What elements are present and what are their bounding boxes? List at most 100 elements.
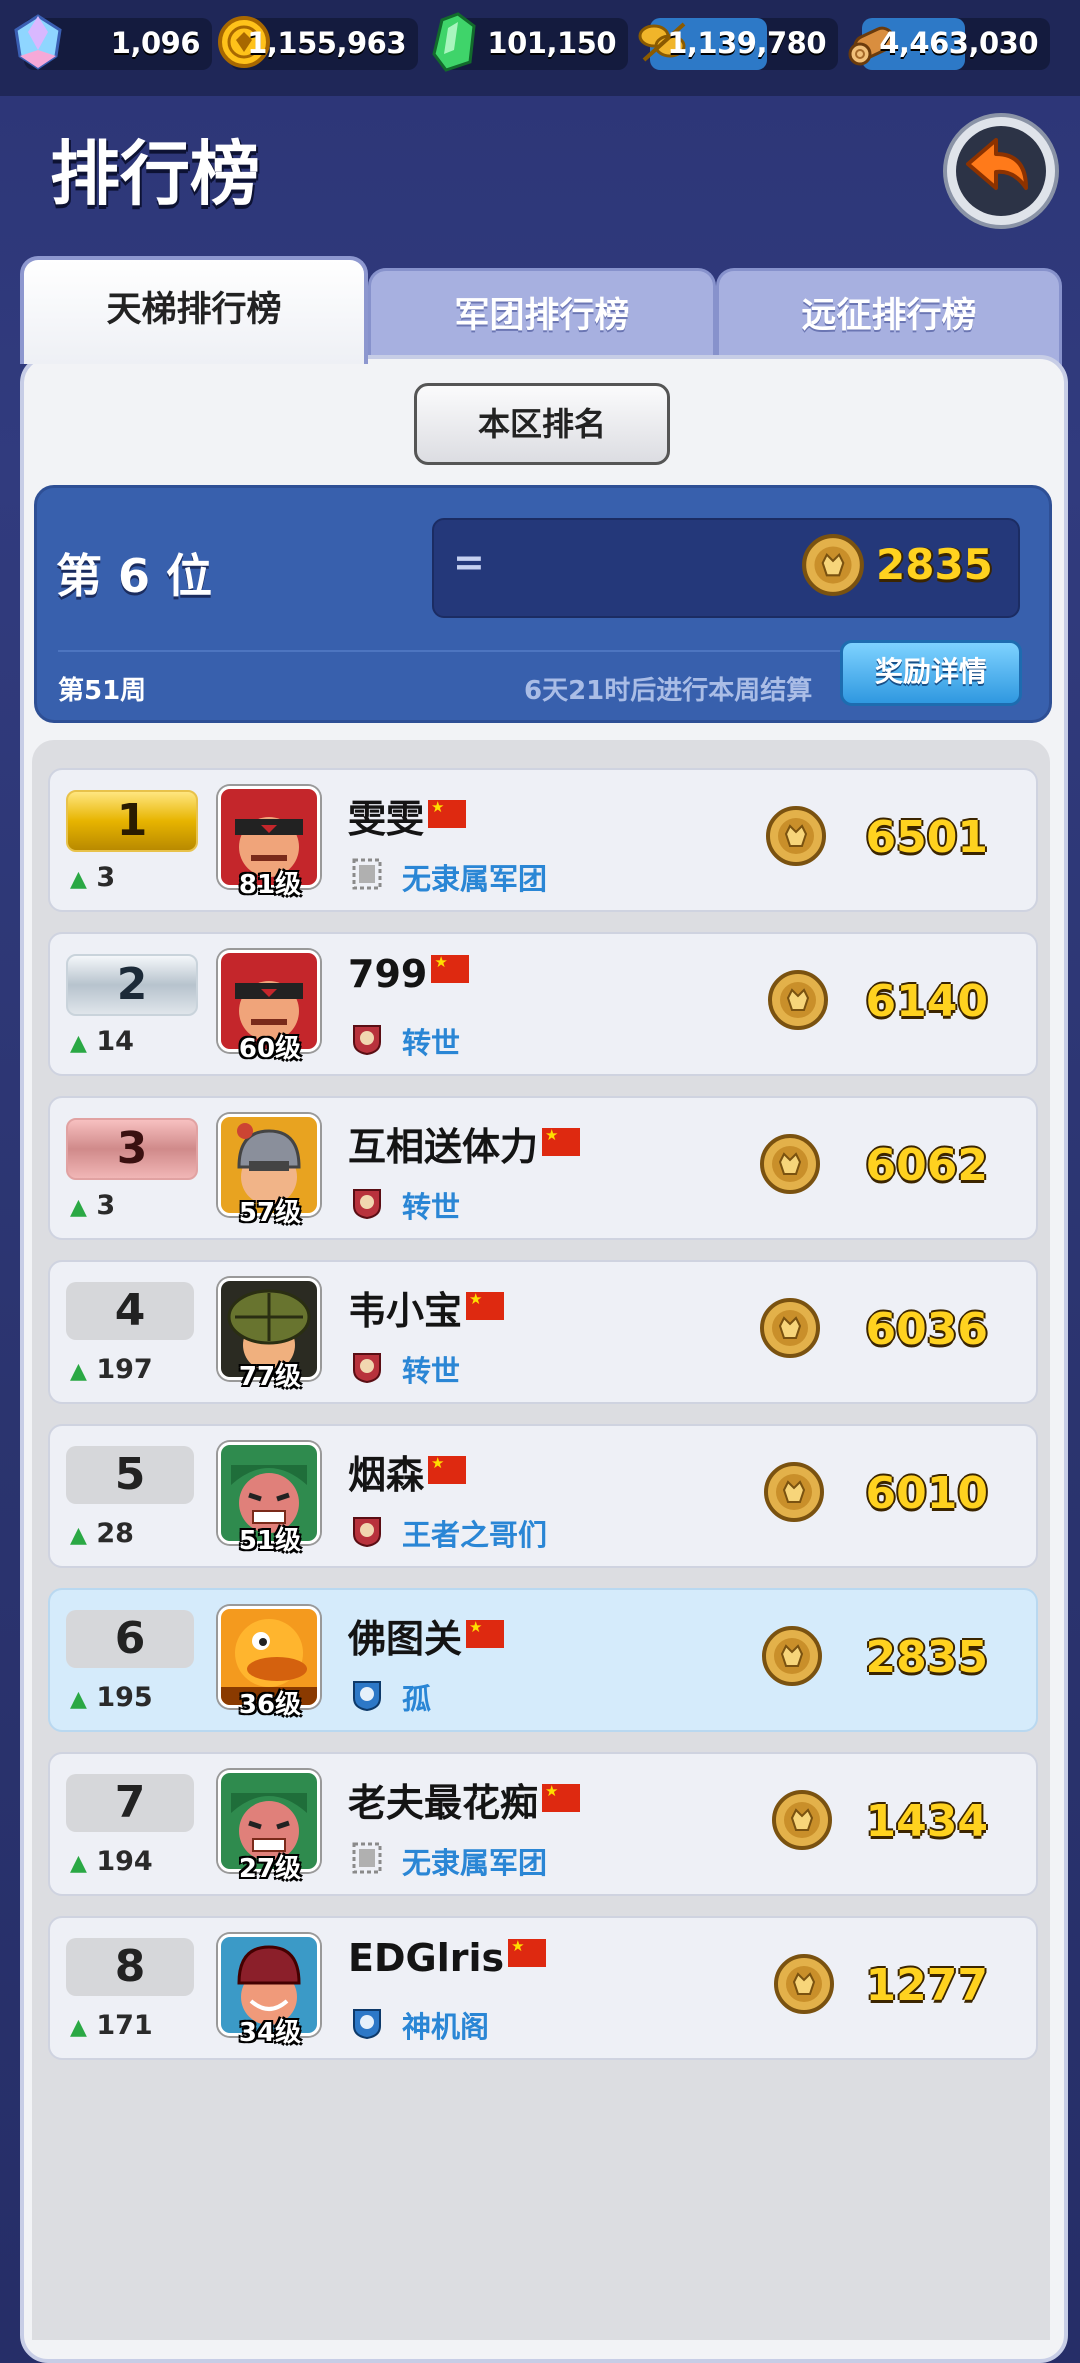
guild-icon-wrap [350,2004,384,2040]
my-score: 2835 [876,540,993,589]
guild-name[interactable]: 孤 [402,1676,431,1718]
player-name: 佛图关 [348,1617,463,1661]
guild-icon-wrap [350,1184,384,1220]
guild-name[interactable]: 转世 [402,1020,460,1062]
gold-count: 1,155,963 [247,26,406,60]
china-flag-icon [542,1782,581,1812]
reward-details-button[interactable]: 奖励详情 [840,640,1022,706]
tab-ladder-ranking[interactable]: 天梯排行榜 [20,256,368,364]
up-arrow-icon: ▲ [70,1851,87,1876]
player-level: 34级 [238,2018,302,2048]
resource-gold[interactable]: 1,155,963 [218,16,418,70]
rank-badge: 5 [66,1446,194,1504]
player-score: 1434 [865,1796,988,1847]
player-score: 6036 [865,1304,988,1355]
wood-count: 4,463,030 [879,26,1038,60]
rank-trend: ▲ 195 [70,1682,153,1713]
crystal-count: 101,150 [487,26,616,60]
guild-name[interactable]: 无隶属军团 [402,1840,547,1882]
no-guild-icon [352,858,382,890]
trend-value: 194 [96,1846,153,1877]
player-name-line: 雯雯 [348,788,467,843]
resource-bar: 1,096 1,155,963 101,150 1,139,780 4,463,… [0,0,1080,96]
guild-emblem-icon [353,2009,381,2040]
trend-value: 28 [96,1518,134,1549]
player-name: 韦小宝 [348,1289,463,1333]
player-name-line: 老夫最花痴 [348,1772,581,1827]
ranking-row[interactable]: 4 ▲ 197 77级 韦小宝转世 6036 [48,1260,1038,1404]
player-name: 799 [348,952,428,996]
ranking-row[interactable]: 5 ▲ 28 51级 烟森王者之哥们 6010 [48,1424,1038,1568]
rank-trend: ▲ 28 [70,1518,134,1549]
player-score: 6501 [865,812,988,863]
rank-trend: ▲ 14 [70,1026,134,1057]
guild-name[interactable]: 王者之哥们 [402,1512,547,1554]
player-name: 雯雯 [348,797,425,841]
guild-name[interactable]: 转世 [402,1184,460,1226]
resource-grain[interactable]: 1,139,780 [638,18,838,70]
player-level: 81级 [238,870,302,900]
my-rank-trend: = [453,540,485,584]
trend-value: 14 [96,1026,134,1057]
up-arrow-icon: ▲ [70,2015,87,2040]
guild-icon-wrap [350,1676,384,1712]
trend-value: 195 [96,1682,153,1713]
up-arrow-icon: ▲ [70,1031,87,1056]
china-flag-icon [428,798,467,828]
china-flag-icon [466,1290,505,1320]
guild-emblem-icon [353,1025,381,1056]
rank-trend: ▲ 194 [70,1846,153,1877]
rank-badge: 7 [66,1774,194,1832]
no-guild-icon [352,1842,382,1874]
guild-icon-wrap [350,856,384,892]
trophy-coin-icon [802,534,864,596]
guild-emblem-icon [353,1189,381,1220]
trophy-coin-icon [772,1790,832,1850]
player-name: EDGlris [348,1936,505,1980]
guild-name[interactable]: 神机阁 [402,2004,489,2046]
player-score: 6010 [865,1468,988,1519]
resource-gem[interactable]: 1,096 [14,14,212,70]
rank-badge: 8 [66,1938,194,1996]
ranking-row[interactable]: 1 ▲ 3 81级 雯雯无隶属军团 6501 [48,768,1038,912]
back-arrow-icon[interactable] [940,110,1062,232]
player-level: 27级 [238,1854,302,1884]
trophy-coin-icon [760,1134,820,1194]
rank-trend: ▲ 171 [70,2010,153,2041]
up-arrow-icon: ▲ [70,867,87,892]
player-name-line: 互相送体力 [348,1116,581,1171]
trophy-coin-icon [766,806,826,866]
player-score: 6140 [865,976,988,1027]
week-label: 第51周 [58,676,147,706]
trophy-coin-icon [760,1298,820,1358]
resource-crystal[interactable]: 101,150 [432,12,628,72]
rank-trend: ▲ 197 [70,1354,153,1385]
player-name-line: 韦小宝 [348,1280,505,1335]
green-crystal-icon [432,12,476,72]
ranking-row[interactable]: 3▲ 357级互相送体力转世6062 [48,1096,1038,1240]
gem-count: 1,096 [110,26,201,60]
region-ranking-button[interactable]: 本区排名 [414,383,670,465]
china-flag-icon [428,1454,467,1484]
rank-badge: 3 [66,1118,198,1180]
player-name-line: EDGlris [348,1936,547,1980]
player-score: 6062 [865,1140,988,1191]
resource-wood[interactable]: 4,463,030 [848,18,1050,70]
my-rank-label: 第 6 位 [56,549,213,603]
guild-icon-wrap [350,1840,384,1876]
trend-value: 197 [96,1354,153,1385]
trend-value: 3 [96,862,116,893]
ranking-row[interactable]: 2 ▲ 14 60级 799 转世 6140 [48,932,1038,1076]
guild-name[interactable]: 转世 [402,1348,460,1390]
gem-icon [14,14,62,70]
guild-name[interactable]: 无隶属军团 [402,856,547,898]
player-name: 老夫最花痴 [348,1781,539,1825]
ranking-row[interactable]: 7 ▲ 194 27级 老夫最花痴无隶属军团 1434 [48,1752,1038,1896]
player-score: 1277 [865,1960,988,2011]
rank-badge: 1 [66,790,198,852]
trend-value: 3 [96,1190,116,1221]
ranking-row[interactable]: 8 ▲ 171 34级 EDGlris 神机阁 1277 [48,1916,1038,2060]
guild-icon-wrap [350,1348,384,1384]
rank-trend: ▲ 3 [70,1190,115,1221]
ranking-row[interactable]: 6 ▲ 195 36级 佛图关孤 2835 [48,1588,1038,1732]
